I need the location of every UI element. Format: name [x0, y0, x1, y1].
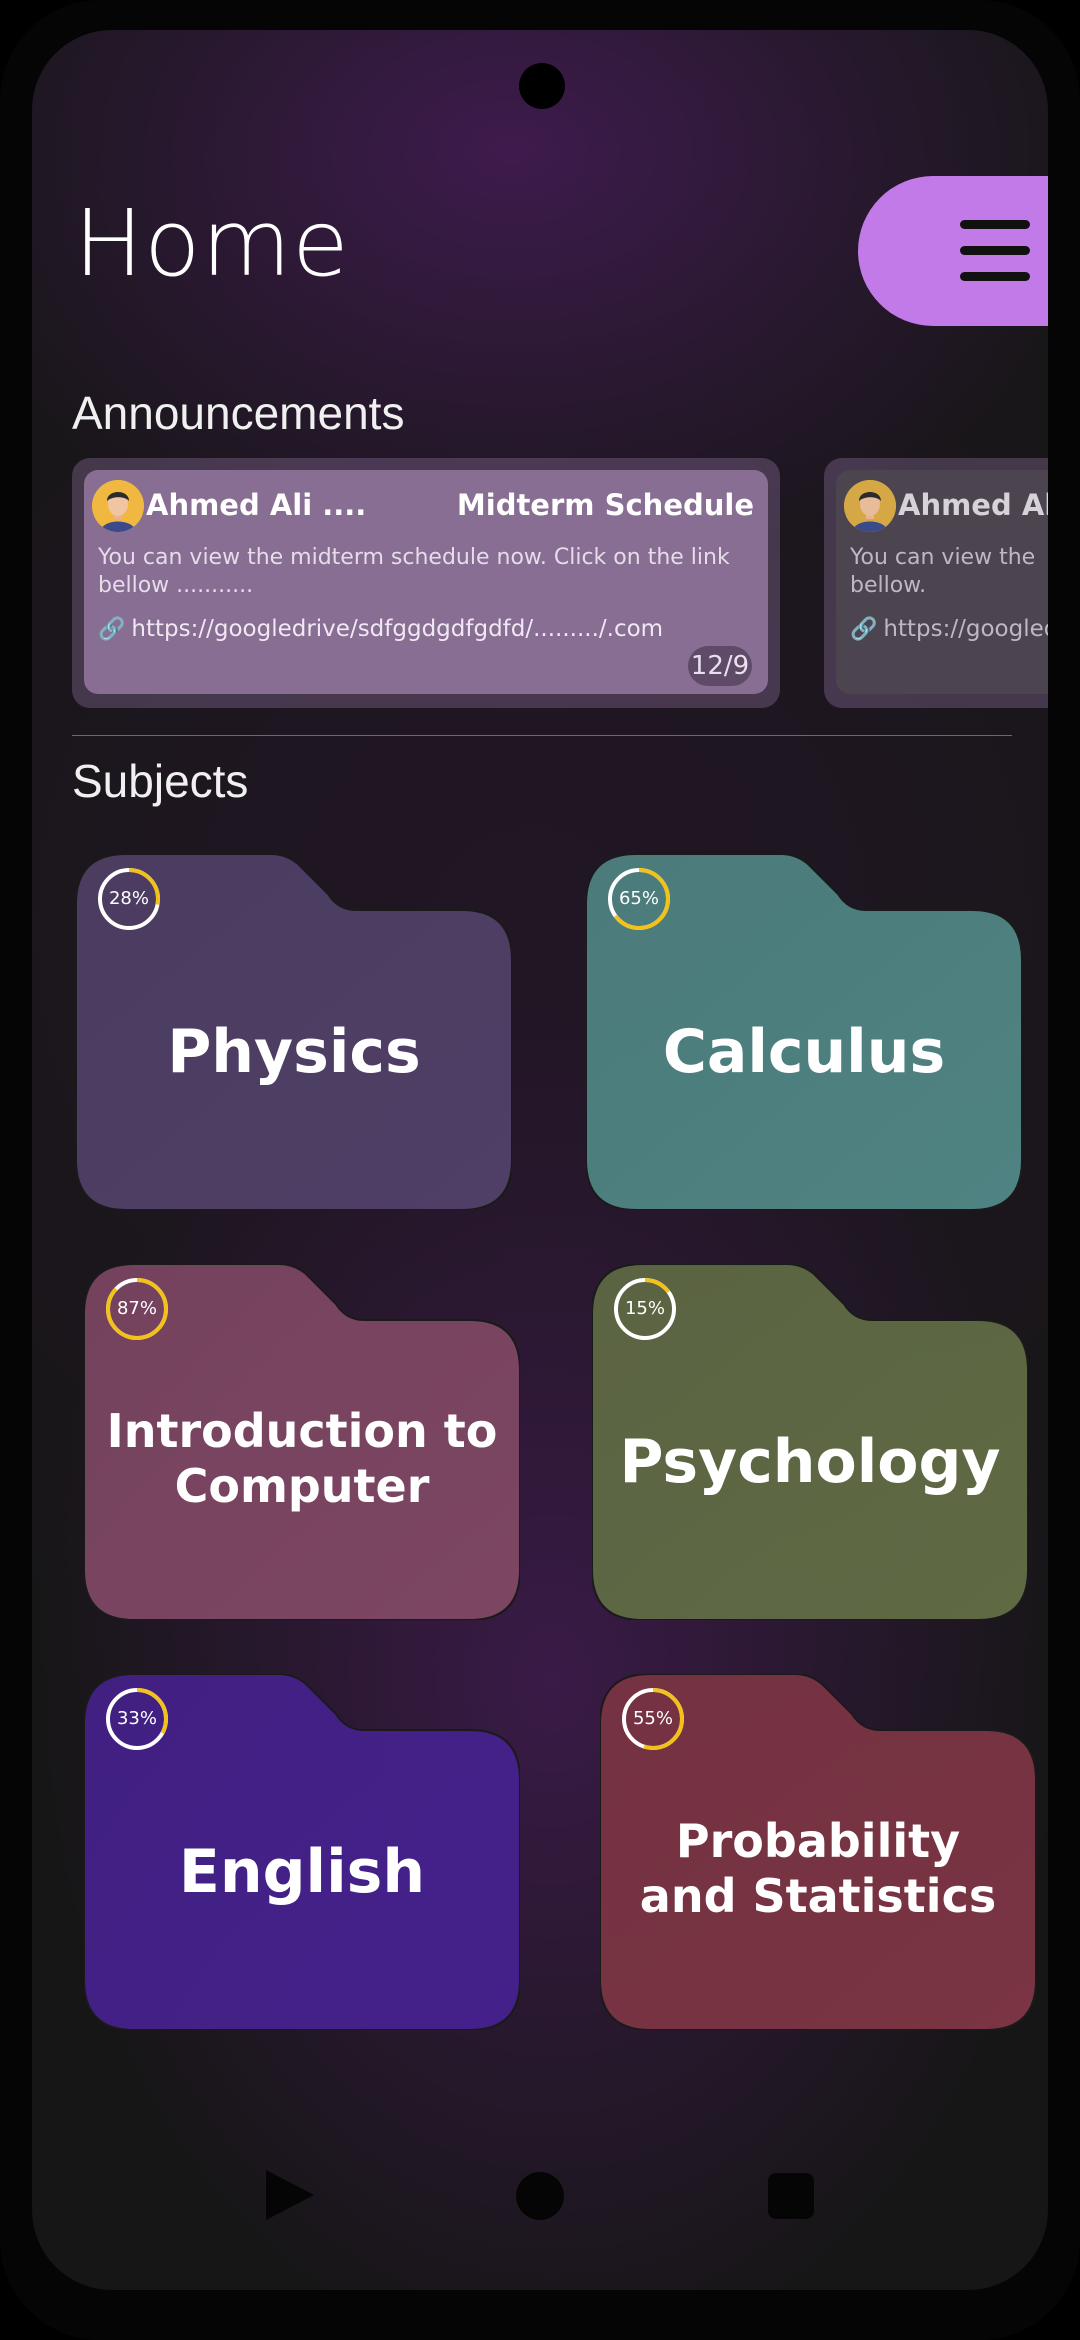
subject-name: Probability and Statistics	[639, 1814, 997, 1924]
progress-ring: 87%	[104, 1276, 170, 1342]
announcement-card[interactable]: Ahmed Ali You can view the bellow. 🔗 http…	[824, 458, 1048, 708]
link-icon: 🔗	[850, 617, 878, 642]
link-icon: 🔗	[98, 617, 126, 642]
subject-folder[interactable]: 65% Calculus	[586, 854, 1022, 1210]
menu-button[interactable]	[858, 176, 1048, 326]
subject-name: Introduction to Computer	[106, 1404, 498, 1514]
announcement-date-badge: 12/9	[688, 646, 752, 686]
progress-ring: 65%	[606, 866, 672, 932]
announcement-link[interactable]: 🔗 https://googled	[850, 616, 1048, 642]
announcement-body: You can view the midterm schedule now. C…	[98, 545, 730, 598]
progress-label: 15%	[624, 1298, 665, 1319]
announcement-body: You can view the bellow.	[850, 545, 1036, 598]
subject-folder[interactable]: 87% Introduction to Computer	[84, 1264, 520, 1620]
subject-name: English	[178, 1837, 426, 1907]
announcement-link-text: https://googledrive/sdfggdgdfgdfd/......…	[131, 616, 664, 642]
announcement-link[interactable]: 🔗 https://googledrive/sdfggdgdfgdfd/.....…	[98, 616, 663, 642]
section-divider	[72, 735, 1012, 736]
announcement-title: Midterm Schedule	[456, 488, 754, 522]
subject-folder[interactable]: 33% English	[84, 1674, 520, 2030]
progress-label: 33%	[116, 1708, 157, 1729]
progress-label: 28%	[108, 888, 149, 909]
screen: Home Announcements Ahmed Ali .... Midter…	[32, 30, 1048, 2290]
phone-frame: Home Announcements Ahmed Ali .... Midter…	[0, 0, 1080, 2340]
page-title: Home	[74, 190, 350, 297]
progress-label: 55%	[632, 1708, 673, 1729]
user-avatar-icon	[844, 480, 896, 532]
recents-square-icon[interactable]	[768, 2173, 814, 2219]
subject-folder[interactable]: 15% Psychology	[592, 1264, 1028, 1620]
progress-ring: 55%	[620, 1686, 686, 1752]
system-nav-bar	[32, 2170, 1048, 2250]
announcements-heading: Announcements	[72, 387, 405, 439]
announcement-link-text: https://googled	[883, 616, 1048, 642]
progress-ring: 33%	[104, 1686, 170, 1752]
back-triangle-icon[interactable]	[266, 2170, 314, 2220]
progress-label: 65%	[618, 888, 659, 909]
announcement-author: Ahmed Ali ....	[146, 488, 367, 522]
progress-ring: 15%	[612, 1276, 678, 1342]
progress-ring: 28%	[96, 866, 162, 932]
subject-folder[interactable]: 28% Physics	[76, 854, 512, 1210]
subject-folder[interactable]: 55% Probability and Statistics	[600, 1674, 1036, 2030]
subject-name: Psychology	[619, 1427, 1001, 1497]
announcement-author: Ahmed Ali	[898, 488, 1048, 522]
subjects-heading: Subjects	[72, 755, 249, 807]
user-avatar-icon	[92, 480, 144, 532]
announcement-card[interactable]: Ahmed Ali .... Midterm Schedule You can …	[72, 458, 780, 708]
home-circle-icon[interactable]	[516, 2172, 564, 2220]
subject-name: Calculus	[662, 1017, 946, 1087]
subject-name: Physics	[167, 1017, 421, 1087]
progress-label: 87%	[116, 1298, 157, 1319]
front-camera	[519, 63, 565, 109]
